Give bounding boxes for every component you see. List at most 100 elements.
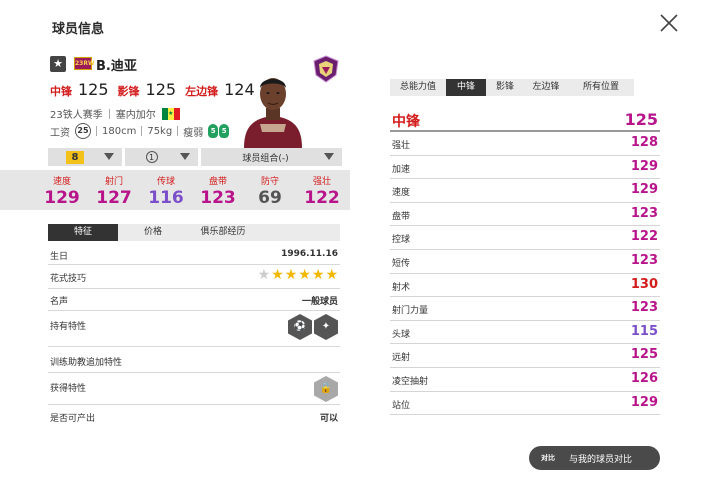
tab-traits[interactable]: 特征 [48,224,118,241]
stat-value: 116 [148,188,184,208]
stat-value: 69 [258,188,282,208]
tab-price[interactable]: 价格 [118,224,188,241]
weight-text: 75kg [147,125,173,137]
height-text: 180cm [102,125,137,137]
age-badge: 25 [75,123,91,139]
divider [177,126,179,136]
divider [96,126,97,136]
stat-dribbling: 盘带 123 [194,174,242,208]
star-empty-icon: ★ [257,267,271,283]
info-label: 花式技巧 [50,274,87,284]
compare-button[interactable]: 对比 与我的球员对比 [529,446,660,470]
dropdown-arrow-icon [104,153,114,160]
trait-skill-icon[interactable]: ✦ [314,314,338,340]
info-label: 获得特性 [50,384,87,394]
attribute-row: 头球 115 [390,321,660,345]
tab-ss[interactable]: 影锋 [486,79,524,96]
level-dropdown[interactable]: 8 [48,148,122,166]
attribute-row: 强壮 128 [390,132,660,156]
star-filled-icon: ★ [271,267,284,283]
tab-all-positions[interactable]: 所有位置 [568,79,634,96]
info-label: 持有特性 [50,322,87,332]
info-row-birthday: 生日 1996.11.16 [48,245,340,265]
lock-icon: 🔒 [314,376,338,402]
position-label: 中锋 [50,85,72,98]
divider [108,108,110,119]
attribute-label: 强壮 [392,141,411,151]
attribute-value: 129 [630,394,658,410]
position-ratings: 中锋 125 影锋 125 左边锋 124 [50,80,258,99]
info-row-skill-moves: 花式技巧 ★ ★ ★ ★ ★ ★ [48,265,340,289]
attribute-label: 加速 [392,164,411,175]
attribute-row: 速度 129 [390,179,660,203]
attribute-value: 115 [630,323,658,339]
attribute-row: 射术 130 [390,274,660,298]
attribute-row: 站位 129 [390,392,660,416]
right-foot-icon: 5 [219,124,230,138]
compare-icon: 对比 [541,454,555,462]
combo-value: 球员组合(-) [242,153,289,164]
tab-lwf[interactable]: 左边锋 [524,79,568,96]
attribute-list: 强壮 128 加速 129 速度 129 盘带 123 控球 122 短传 123 射术 130 射门力量 1… [390,132,660,416]
attribute-row: 加速 129 [390,156,660,180]
attribute-label: 凌空抽射 [392,376,429,387]
attribute-value: 125 [630,347,658,363]
tab-club-history[interactable]: 俱乐部经历 [188,224,258,241]
combo-dropdown[interactable]: 球员组合(-) [201,148,342,166]
tab-overall[interactable]: 总能力值 [390,79,446,96]
favorite-star-icon[interactable]: ★ [50,56,66,72]
position-label: 影锋 [117,85,140,98]
weak-foot-icons: 5 5 [208,124,230,138]
player-options-row: 8 1 球员组合(-) [48,148,342,166]
attribute-value: 123 [630,252,658,268]
stat-pace: 速度 129 [38,174,86,208]
stat-label: 防守 [260,177,279,187]
nationality-text: 塞内加尔 [115,110,156,121]
star-filled-icon: ★ [298,267,311,283]
rank-value: 1 [145,151,158,163]
rank-dropdown[interactable]: 1 [125,148,198,166]
info-row-fame: 名声 一般球员 [48,289,340,311]
attribute-position-rating: 125 [624,110,658,129]
skill-star-rating: ★ ★ ★ ★ ★ ★ [258,268,338,282]
attribute-position-label: 中锋 [392,114,420,130]
build-text: 瘦弱 [183,127,204,139]
stat-passing: 传球 116 [142,174,190,208]
info-tabs: 特征 价格 俱乐部经历 [48,224,340,241]
stat-physical: 强壮 122 [298,174,346,208]
attribute-value: 129 [630,158,658,174]
attribute-label: 速度 [392,188,411,199]
attribute-row: 凌空抽射 126 [390,368,660,392]
stat-defending: 防守 69 [246,174,294,208]
stat-value: 123 [200,188,236,208]
info-label: 是否可产出 [50,414,96,424]
position-label: 左边锋 [185,85,219,98]
star-filled-icon: ★ [325,267,338,283]
page-title: 球员信息 [52,22,105,37]
stat-label: 速度 [52,177,71,187]
attribute-value: 126 [630,370,658,386]
close-icon[interactable] [658,12,680,34]
attribute-value: 130 [630,276,658,292]
attribute-row: 远射 125 [390,344,660,368]
attribute-value: 128 [630,135,658,150]
tab-cf[interactable]: 中锋 [446,79,486,96]
stat-shooting: 射门 127 [90,174,138,208]
info-label: 生日 [50,252,69,262]
player-meta-body: 工资 25 180cm 75kg 瘦弱 5 5 [50,123,230,139]
stat-value: 127 [96,188,132,208]
dropdown-arrow-icon [180,153,190,160]
club-crest-icon [313,55,339,83]
attribute-row: 控球 122 [390,226,660,250]
trait-long-shot-icon[interactable]: ⚽ [288,314,312,340]
divider [141,126,143,136]
info-value: 1996.11.16 [281,249,338,259]
position-rating: 125 [145,80,177,99]
attribute-row: 盘带 123 [390,203,660,227]
stat-label: 射门 [104,177,123,187]
attribute-header: 中锋 125 [390,108,660,132]
stat-label: 盘带 [208,177,227,187]
attribute-value: 122 [630,229,658,245]
compare-label: 与我的球员对比 [569,454,633,465]
level-value: 8 [65,150,85,164]
